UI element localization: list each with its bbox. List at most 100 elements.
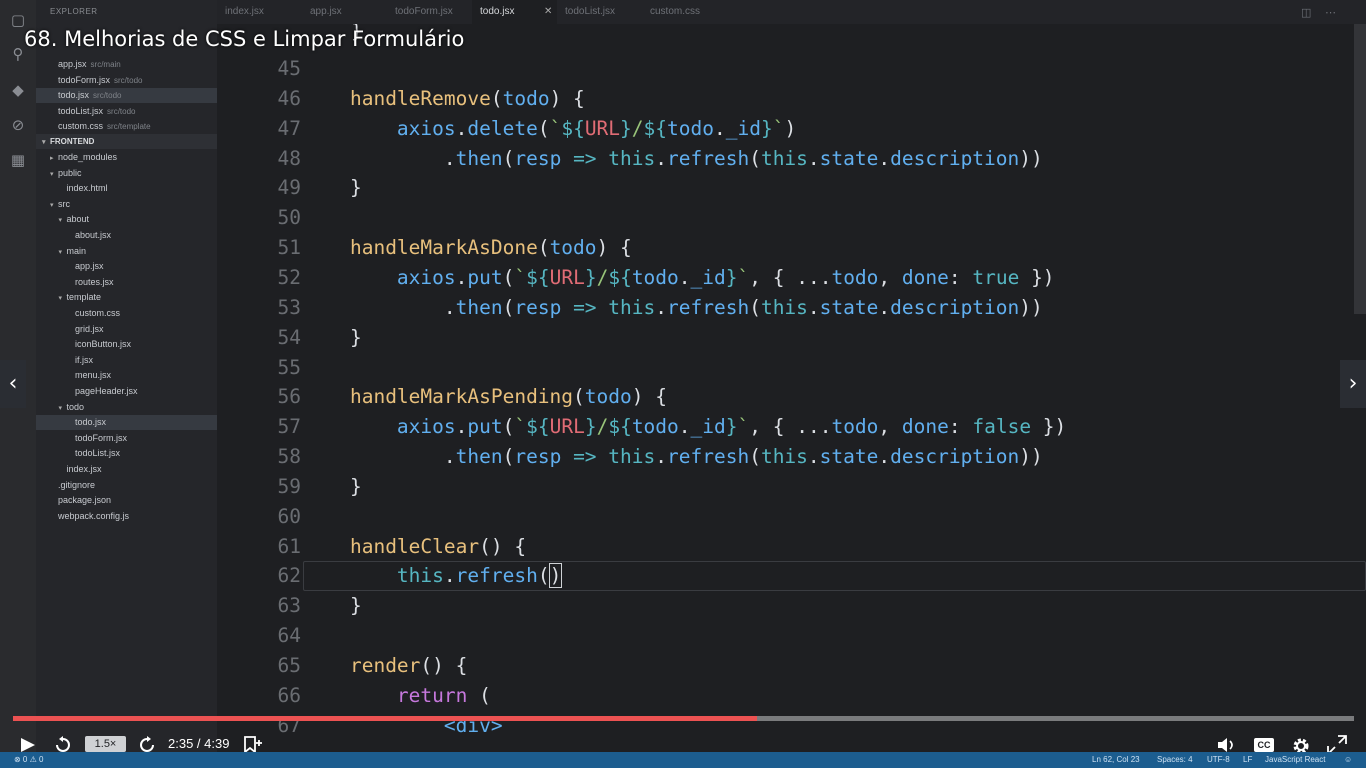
code-token: ${: [526, 265, 550, 289]
code-editor[interactable]: } 45 46 handleRemove(todo) {47 axios.dele…: [217, 24, 1366, 752]
tree-item-label: about.jsx: [75, 230, 112, 240]
extensions-icon[interactable]: ▦: [8, 150, 28, 170]
tree-item[interactable]: todoList.jsx: [36, 446, 217, 461]
code-token: (: [502, 265, 515, 289]
play-icon[interactable]: [19, 737, 37, 753]
tree-item[interactable]: ▾ main: [36, 244, 217, 259]
code-token: todo: [631, 265, 679, 289]
section-frontend[interactable]: ▾ FRONTEND: [36, 134, 217, 149]
tree-item-label: index.jsx: [66, 464, 102, 474]
tree-item[interactable]: index.jsx: [36, 462, 217, 477]
code-token: .: [878, 295, 891, 319]
debug-icon[interactable]: ⊘: [8, 115, 28, 135]
volume-icon[interactable]: [1217, 737, 1237, 753]
tree-item[interactable]: .gitignore: [36, 478, 217, 493]
code-token: }: [584, 265, 597, 289]
code-token: .: [714, 116, 726, 140]
tree-item[interactable]: ▾ about: [36, 212, 217, 227]
next-lecture-button[interactable]: ›: [1340, 360, 1366, 408]
tab-todoList-jsx[interactable]: todoList.jsx: [557, 0, 642, 24]
line-ending[interactable]: LF: [1243, 752, 1252, 768]
tree-item[interactable]: index.html: [36, 181, 217, 196]
encoding[interactable]: UTF-8: [1207, 752, 1230, 768]
code-token: .: [655, 295, 668, 319]
open-editor-item[interactable]: custom.css src/template: [36, 119, 217, 134]
code-token: , { ...: [749, 415, 832, 439]
code-token: ${: [561, 116, 585, 140]
tree-item[interactable]: if.jsx: [36, 353, 217, 368]
tab-custom-css[interactable]: custom.css: [642, 0, 727, 24]
tree-item[interactable]: ▾ src: [36, 197, 217, 212]
previous-lecture-button[interactable]: ‹: [0, 360, 26, 408]
tree-item-label: .gitignore: [58, 479, 96, 490]
git-icon[interactable]: ◆: [8, 80, 28, 100]
code-token: (: [537, 236, 550, 260]
video-controls: 1.5× 2:35 / 4:39 CC: [0, 721, 1366, 755]
feedback-icon[interactable]: ☺: [1344, 752, 1352, 768]
tab-todoForm-jsx[interactable]: todoForm.jsx: [387, 0, 472, 24]
code-text: }: [303, 591, 362, 621]
code-token: _id: [725, 116, 761, 140]
code-token: _id: [690, 265, 726, 289]
file-name: todo.jsx: [58, 90, 90, 101]
tree-item-label: custom.css: [75, 308, 121, 318]
captions-button[interactable]: CC: [1254, 738, 1274, 752]
tab-index-jsx[interactable]: index.jsx: [217, 0, 302, 24]
cursor-position[interactable]: Ln 62, Col 23: [1092, 752, 1140, 768]
close-icon[interactable]: ✕: [544, 0, 552, 24]
tree-item[interactable]: app.jsx: [36, 259, 217, 274]
code-token: .: [878, 445, 891, 469]
tree-item[interactable]: package.json: [36, 493, 217, 508]
line-number: 57: [277, 415, 301, 439]
tab-app-jsx[interactable]: app.jsx: [302, 0, 387, 24]
open-editor-item[interactable]: todoForm.jsx src/todo: [36, 73, 217, 88]
split-editor-icon[interactable]: ◫: [1301, 6, 1311, 19]
code-token: )): [1019, 295, 1043, 319]
tree-item[interactable]: grid.jsx: [36, 322, 217, 337]
code-token: (: [502, 146, 515, 170]
tree-item[interactable]: ▾ public: [36, 166, 217, 181]
tree-item-label: if.jsx: [75, 354, 93, 365]
file-path: src/todo: [93, 91, 122, 101]
tree-item[interactable]: menu.jsx: [36, 368, 217, 383]
indentation[interactable]: Spaces: 4: [1157, 752, 1193, 768]
editor-scrollbar[interactable]: [1354, 24, 1366, 314]
more-icon[interactable]: ⋯: [1325, 6, 1336, 19]
code-token: handleRemove: [349, 86, 491, 110]
tab-bar: index.jsx app.jsx todoForm.jsx todo.jsx ✕ tod…: [217, 0, 1366, 24]
tree-item-label: routes.jsx: [75, 276, 114, 287]
tree-item[interactable]: iconButton.jsx: [36, 337, 217, 352]
code-token: .: [303, 295, 456, 319]
code-token: return: [396, 683, 468, 707]
tree-item[interactable]: pageHeader.jsx: [36, 384, 217, 399]
tree-item[interactable]: about.jsx: [36, 228, 217, 243]
language-mode[interactable]: JavaScript React: [1265, 752, 1325, 768]
line-number: 65: [277, 654, 301, 677]
tree-item[interactable]: webpack.config.js: [36, 509, 217, 524]
tree-item-label: template: [66, 292, 102, 303]
tree-item[interactable]: ▸ node_modules: [36, 150, 217, 165]
code-token: .: [878, 146, 891, 170]
code-token: .: [678, 415, 691, 439]
tree-item[interactable]: ▾ template: [36, 290, 217, 305]
tree-item[interactable]: todo.jsx: [36, 415, 217, 431]
tree-item[interactable]: routes.jsx: [36, 275, 217, 290]
code-text: .then(resp => this.refresh(this.state.de…: [303, 293, 1043, 323]
code-token: delete: [467, 116, 538, 140]
problems-indicator[interactable]: ⊗ 0 ⚠ 0: [14, 752, 43, 768]
open-editor-item[interactable]: todo.jsx src/todo: [36, 88, 217, 104]
code-token: }: [725, 415, 738, 439]
tree-item-label: todoForm.jsx: [75, 432, 128, 443]
tree-item[interactable]: custom.css: [36, 306, 217, 321]
playback-speed-button[interactable]: 1.5×: [85, 736, 126, 752]
open-editor-item[interactable]: app.jsx src/main: [36, 57, 217, 72]
tree-item[interactable]: ▾ todo: [36, 400, 217, 415]
code-token: ${: [608, 265, 632, 289]
tree-item[interactable]: todoForm.jsx: [36, 431, 217, 446]
open-editor-item[interactable]: todoList.jsx src/todo: [36, 104, 217, 119]
code-text: return (: [303, 681, 491, 711]
code-text: .then(resp => this.refresh(this.state.de…: [303, 144, 1043, 174]
